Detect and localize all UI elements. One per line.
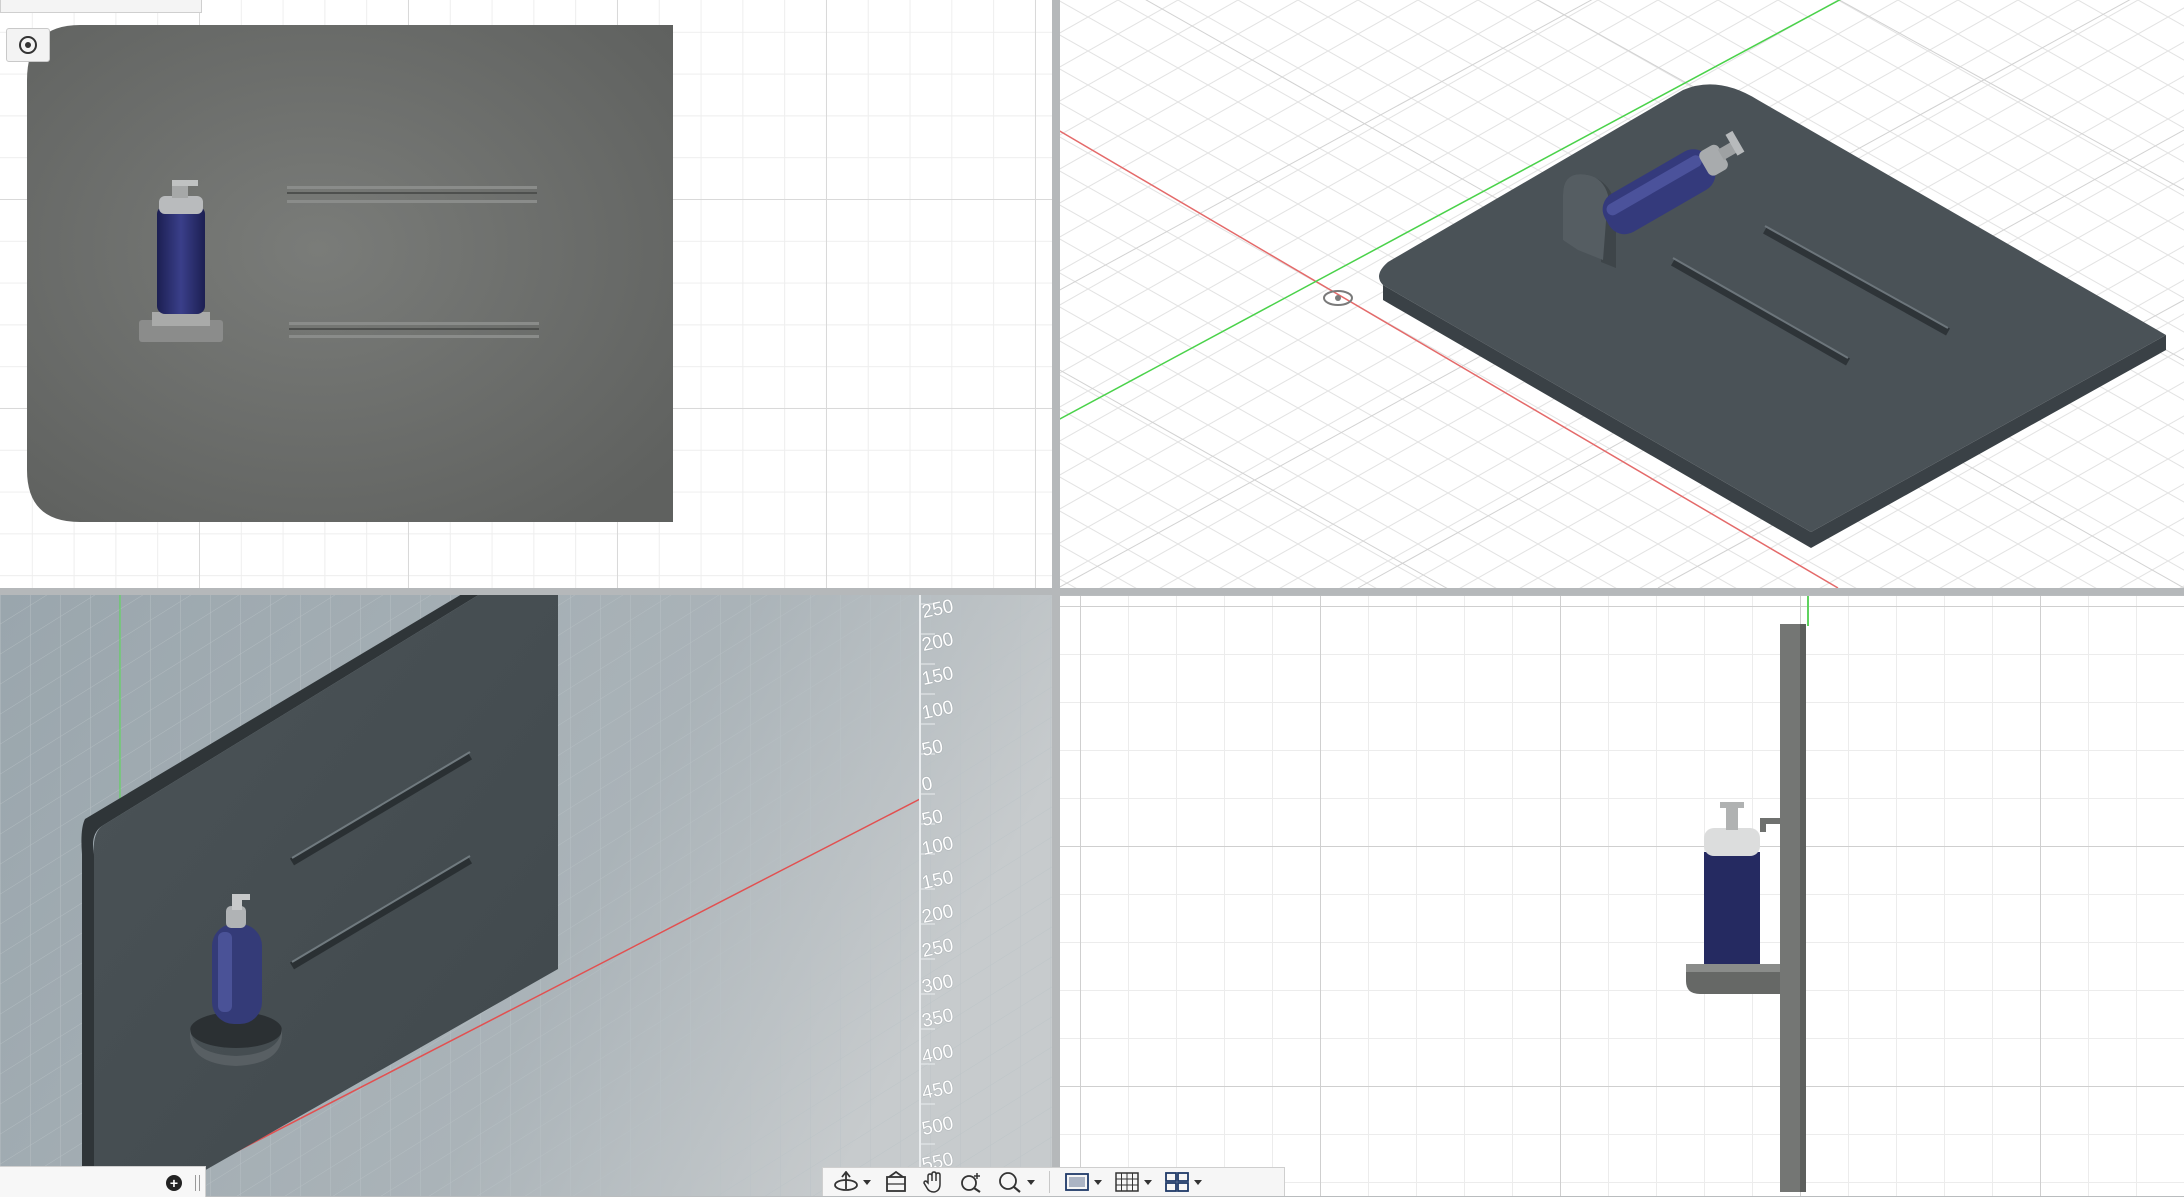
top-viewport[interactable] — [0, 0, 1052, 588]
viewports-icon — [1165, 1172, 1189, 1192]
origin-marker-icon[interactable] — [1322, 288, 1354, 308]
top-view-canvas — [27, 25, 673, 522]
zoom-window-icon — [999, 1172, 1021, 1193]
zoom-icon — [961, 1173, 981, 1193]
navigation-toolbar — [822, 1167, 1285, 1196]
ruler-label: 50 — [919, 736, 945, 761]
hand-icon — [923, 1171, 941, 1193]
soap-bottle-side — [1704, 802, 1760, 964]
chevron-down-icon[interactable] — [863, 1179, 871, 1185]
comments-panel[interactable]: + — [0, 1166, 206, 1197]
backplate-top — [27, 25, 673, 522]
chevron-down-icon[interactable] — [1144, 1179, 1152, 1185]
fit-button[interactable] — [993, 1169, 1039, 1195]
display-settings-button[interactable] — [1060, 1169, 1106, 1195]
chevron-down-icon[interactable] — [1094, 1179, 1102, 1185]
viewport-divider-horizontal[interactable] — [0, 588, 2184, 595]
add-icon[interactable]: + — [166, 1175, 182, 1191]
pan-button[interactable] — [917, 1169, 951, 1195]
look-at-button[interactable] — [879, 1169, 913, 1195]
panel-tab[interactable] — [0, 0, 202, 13]
side-viewport[interactable] — [1060, 596, 2184, 1196]
side-view-canvas — [1686, 596, 1809, 1192]
pivot-icon[interactable] — [6, 28, 50, 62]
look-at-icon — [886, 1171, 906, 1192]
grid-icon — [1115, 1172, 1139, 1192]
grid-snaps-button[interactable] — [1110, 1169, 1156, 1195]
panel-grip-icon[interactable] — [195, 1175, 200, 1191]
soap-shelf-side — [1686, 964, 1780, 994]
orbit-button[interactable] — [829, 1169, 875, 1195]
chevron-down-icon[interactable] — [1027, 1179, 1035, 1185]
ruler-label: 50 — [919, 806, 945, 831]
perspective-viewport[interactable]: 250 200 150 100 50 0 50 100 150 200 250 … — [0, 594, 1052, 1196]
viewports-button[interactable] — [1160, 1169, 1206, 1195]
orbit-icon — [834, 1171, 858, 1191]
viewport-divider-vertical[interactable] — [1052, 0, 1060, 1196]
iso-view-canvas — [1058, 0, 2184, 588]
iso-viewport[interactable] — [1058, 0, 2184, 588]
zoom-button[interactable] — [955, 1169, 989, 1195]
display-icon — [1065, 1173, 1089, 1191]
perspective-view-canvas — [0, 594, 1052, 1196]
chevron-down-icon[interactable] — [1194, 1179, 1202, 1185]
lower-groove — [289, 322, 539, 338]
toolbar-divider — [1049, 1171, 1050, 1193]
